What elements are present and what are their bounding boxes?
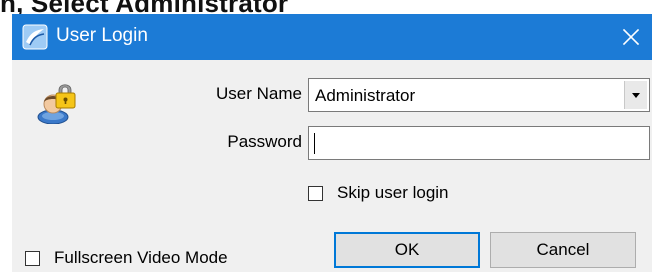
ok-button[interactable]: OK <box>334 232 480 268</box>
cancel-button[interactable]: Cancel <box>490 232 636 268</box>
skip-login-label[interactable]: Skip user login <box>337 183 449 203</box>
window-title: User Login <box>56 25 148 46</box>
username-select[interactable]: Administrator <box>308 78 650 112</box>
skip-login-checkbox[interactable] <box>308 186 323 201</box>
dialog-body: User Name Administrator Password Skip us… <box>12 60 652 272</box>
fullscreen-checkbox[interactable] <box>25 251 40 266</box>
text-caret <box>314 133 315 154</box>
dropdown-button[interactable] <box>624 81 647 109</box>
username-value: Administrator <box>315 86 416 105</box>
password-label: Password <box>227 132 302 151</box>
username-label: User Name <box>216 84 302 103</box>
close-icon[interactable] <box>614 20 648 54</box>
user-lock-icon <box>37 84 76 124</box>
password-input[interactable] <box>308 126 650 160</box>
fullscreen-label[interactable]: Fullscreen Video Mode <box>54 248 228 268</box>
chevron-down-icon <box>632 93 640 98</box>
app-logo-icon <box>22 24 48 50</box>
title-bar[interactable]: User Login <box>12 14 652 60</box>
screenshot: n, Select Administrator User Login User … <box>0 0 652 272</box>
